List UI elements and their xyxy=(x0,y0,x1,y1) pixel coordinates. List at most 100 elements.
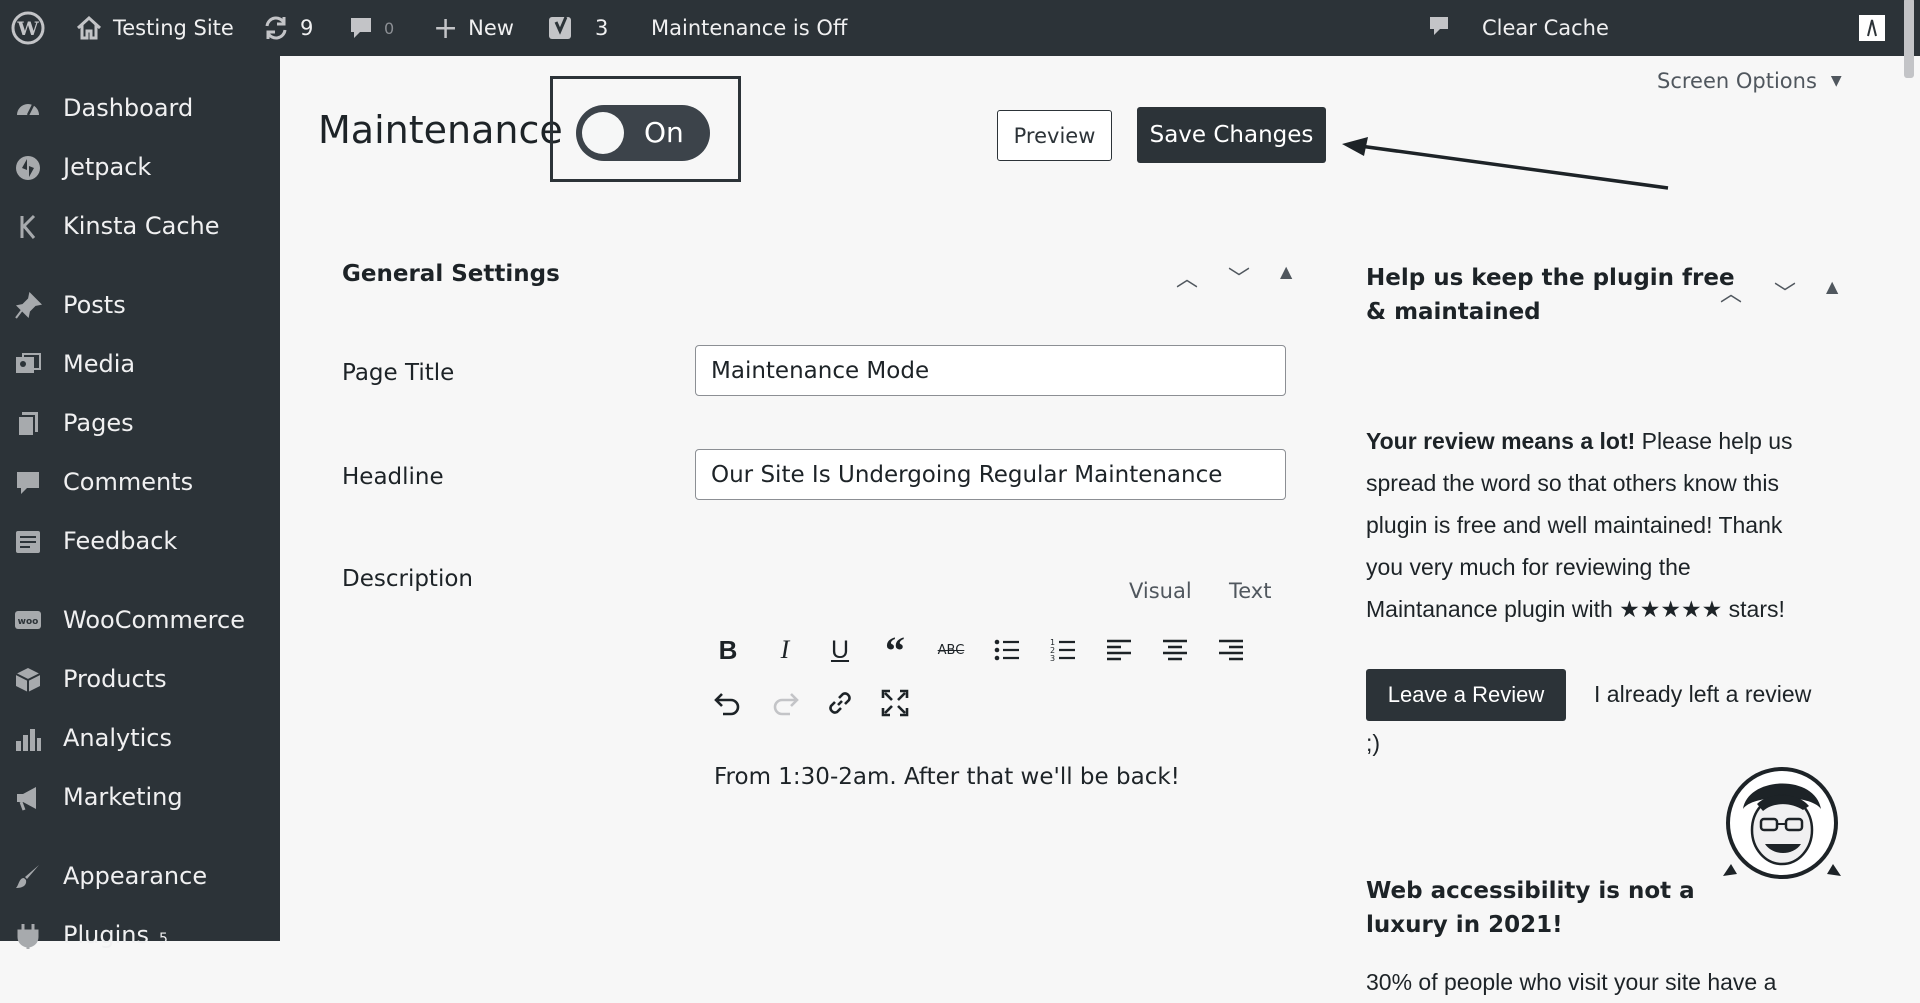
admin-sidebar: Dashboard Jetpack Kinsta Cache Posts Med… xyxy=(0,56,280,949)
screen-options-label: Screen Options xyxy=(1657,69,1817,93)
updates-link[interactable]: 9 xyxy=(262,0,313,56)
sidebar-item-label: Pages xyxy=(63,409,134,437)
toggle-label: On xyxy=(644,116,684,149)
dashboard-icon xyxy=(17,104,39,116)
move-up-icon[interactable]: ︿ xyxy=(1176,261,1198,293)
site-name-link[interactable]: Testing Site xyxy=(75,0,234,56)
analytics-icon xyxy=(16,729,41,751)
review-collapse-icon[interactable]: ▲ xyxy=(1826,277,1838,296)
sidebar-item-comments[interactable]: Comments xyxy=(0,457,280,507)
sidebar-item-kinsta-cache[interactable]: Kinsta Cache xyxy=(0,201,280,251)
caret-down-icon: ▼ xyxy=(1830,73,1842,89)
home-icon xyxy=(75,14,103,42)
sidebar-item-products[interactable]: Products xyxy=(0,654,280,704)
review-bold-lead: Your review means a lot! xyxy=(1366,428,1636,454)
user-avatar[interactable] xyxy=(1858,0,1886,56)
scrollbar[interactable] xyxy=(1902,0,1916,78)
page-title-label: Page Title xyxy=(342,360,455,386)
numbered-list-icon[interactable]: 123 xyxy=(1046,633,1080,667)
sidebar-item-woocommerce[interactable]: woo WooCommerce xyxy=(0,595,280,645)
sidebar-item-label: Marketing xyxy=(63,783,183,811)
blockquote-icon[interactable]: “ xyxy=(878,628,912,673)
media-icon xyxy=(16,353,41,373)
description-label: Description xyxy=(342,566,473,592)
cache-icon xyxy=(1428,0,1450,56)
accessibility-box-title: Web accessibility is not a luxury in 202… xyxy=(1366,878,1695,938)
svg-text:W: W xyxy=(16,18,39,40)
sidebar-item-marketing[interactable]: Marketing xyxy=(0,772,280,822)
sidebar-item-label: Plugins 5 xyxy=(63,921,168,949)
review-move-down-icon[interactable]: ﹀ xyxy=(1774,276,1796,308)
sidebar-item-label: Analytics xyxy=(63,724,172,752)
sidebar-item-pages[interactable]: Pages xyxy=(0,398,280,448)
maintenance-toggle[interactable]: On xyxy=(576,105,710,161)
review-box-title: Help us keep the plugin free & maintaine… xyxy=(1366,265,1735,325)
sidebar-item-label: Comments xyxy=(63,468,194,496)
move-down-icon[interactable]: ﹀ xyxy=(1228,261,1250,293)
sidebar-item-media[interactable]: Media xyxy=(0,339,280,389)
tab-text[interactable]: Text xyxy=(1229,579,1271,603)
sidebar-item-label: Feedback xyxy=(63,527,178,555)
sidebar-item-dashboard[interactable]: Dashboard xyxy=(0,83,280,133)
clear-cache-link[interactable]: Clear Cache xyxy=(1482,0,1609,56)
comment-bubble-icon xyxy=(348,15,374,41)
toggle-knob xyxy=(582,112,624,154)
italic-icon[interactable]: I xyxy=(768,633,802,667)
leave-review-button[interactable]: Leave a Review xyxy=(1366,669,1566,721)
bullet-list-icon[interactable] xyxy=(990,633,1024,667)
accessibility-text: 30% of people who visit your site have a xyxy=(1366,969,1777,995)
sidebar-item-jetpack[interactable]: Jetpack xyxy=(0,142,280,192)
preview-button[interactable]: Preview xyxy=(997,110,1112,161)
save-changes-button[interactable]: Save Changes xyxy=(1137,107,1326,163)
admin-bar: W Testing Site 9 0 + New 3 Maintenance i… xyxy=(0,0,1920,78)
sidebar-item-posts[interactable]: Posts xyxy=(0,280,280,330)
tab-visual[interactable]: Visual xyxy=(1129,579,1192,603)
bold-icon[interactable]: B xyxy=(711,633,745,667)
feedback-icon xyxy=(16,531,40,553)
maintenance-status-link[interactable]: Maintenance is Off xyxy=(651,0,847,56)
svg-text:3: 3 xyxy=(1050,654,1055,663)
already-left-review-smiley: ;) xyxy=(1366,730,1381,756)
updates-count: 9 xyxy=(300,16,314,40)
woo-icon: woo xyxy=(15,611,41,629)
review-move-up-icon[interactable]: ︿ xyxy=(1720,276,1742,308)
collapse-toggle-icon[interactable]: ▲ xyxy=(1280,262,1292,281)
underline-icon[interactable]: U xyxy=(823,633,857,667)
redo-icon[interactable] xyxy=(768,686,802,720)
yoast-icon xyxy=(547,13,577,43)
align-center-icon[interactable] xyxy=(1158,633,1192,667)
brush-icon xyxy=(16,865,39,888)
sidebar-item-appearance[interactable]: Appearance xyxy=(0,851,280,901)
strikethrough-icon[interactable]: ABC xyxy=(934,633,968,667)
sidebar-item-analytics[interactable]: Analytics xyxy=(0,713,280,763)
editor-content[interactable]: From 1:30-2am. After that we'll be back! xyxy=(714,764,1180,790)
headline-field[interactable]: Our Site Is Undergoing Regular Maintenan… xyxy=(695,449,1286,500)
page-title: Maintenance xyxy=(318,108,563,152)
sidebar-item-label: Posts xyxy=(63,291,126,319)
screen-options-button[interactable]: Screen Options ▼ xyxy=(1657,69,1842,93)
wordpress-logo-icon[interactable]: W xyxy=(10,0,46,56)
sidebar-item-label: Products xyxy=(63,665,167,693)
undo-icon[interactable] xyxy=(711,686,745,720)
sidebar-item-label: Appearance xyxy=(63,862,208,890)
sidebar-item-feedback[interactable]: Feedback xyxy=(0,516,280,566)
comments-link[interactable]: 0 xyxy=(348,0,394,56)
already-left-review-link[interactable]: I already left a review xyxy=(1594,673,1811,715)
yoast-count: 3 xyxy=(595,16,609,40)
link-icon[interactable] xyxy=(823,686,857,720)
sidebar-item-plugins[interactable]: Plugins 5 xyxy=(0,910,280,960)
fullscreen-icon[interactable] xyxy=(878,686,912,720)
pages-icon xyxy=(17,412,38,437)
products-icon xyxy=(15,668,41,692)
sidebar-item-label: Dashboard xyxy=(63,94,194,122)
comments-count: 0 xyxy=(384,18,395,38)
new-content-link[interactable]: + New xyxy=(433,0,514,56)
plugin-icon xyxy=(17,924,39,949)
page-title-field[interactable]: Maintenance Mode xyxy=(695,345,1286,396)
yoast-link[interactable]: 3 xyxy=(547,0,608,56)
comments-icon xyxy=(17,472,39,494)
headline-label: Headline xyxy=(342,464,444,490)
align-right-icon[interactable] xyxy=(1214,633,1248,667)
align-left-icon[interactable] xyxy=(1102,633,1136,667)
sidebar-item-label: Kinsta Cache xyxy=(63,212,220,240)
